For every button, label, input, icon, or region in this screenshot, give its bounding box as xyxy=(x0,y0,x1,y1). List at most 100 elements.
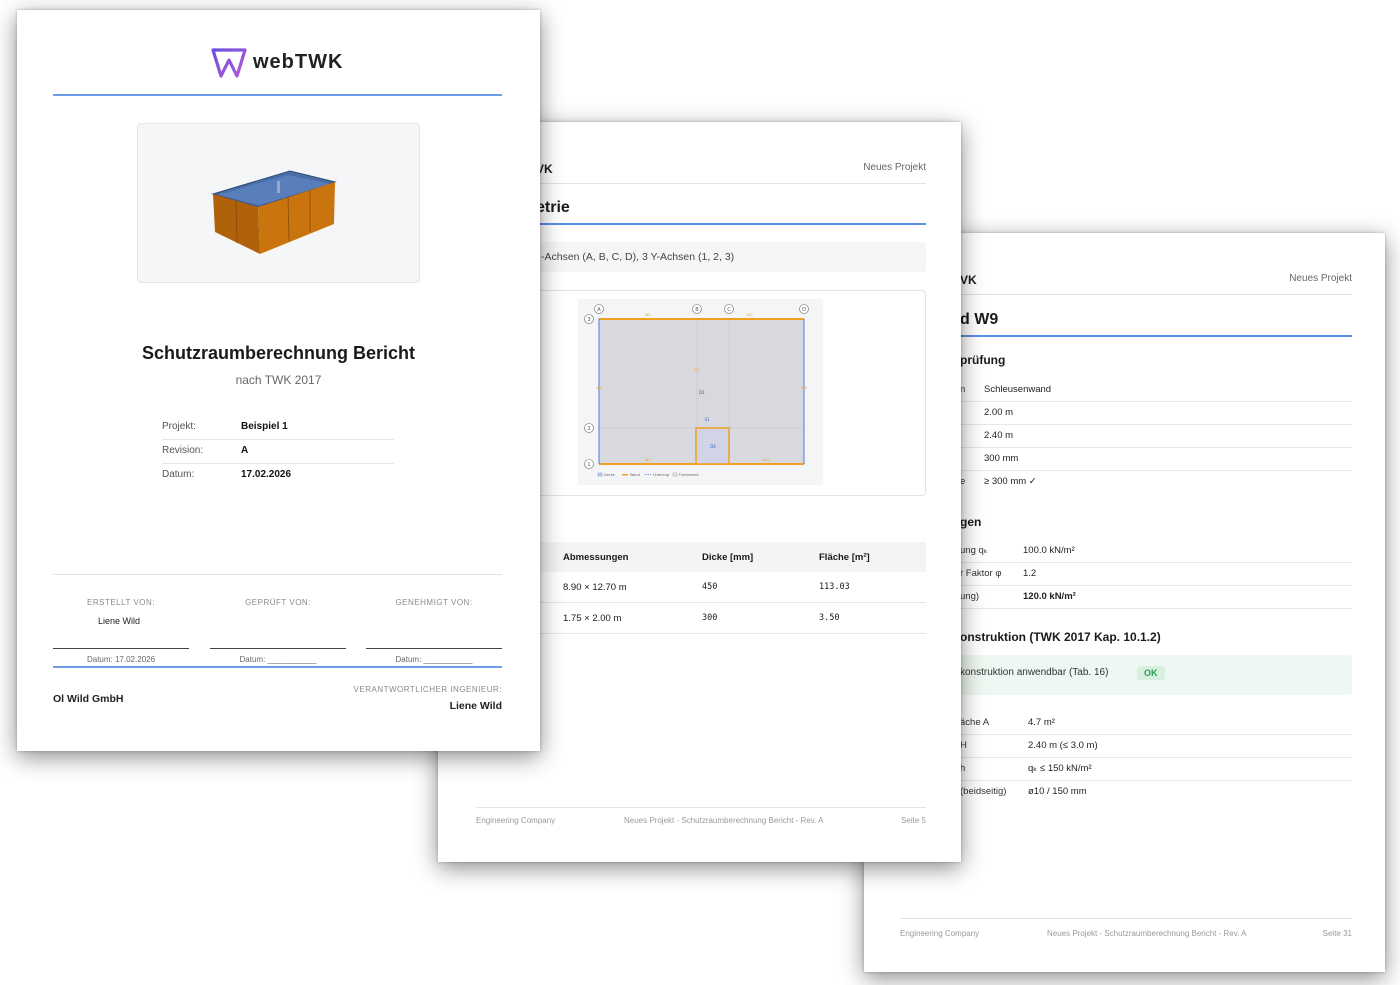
info-value: 17.02.2026 xyxy=(241,469,292,480)
shelter-3d-preview xyxy=(137,123,420,283)
signature-date-geprueft: Datum: ___________ xyxy=(239,655,317,664)
page-title: d W9 xyxy=(960,311,999,328)
svg-text:W5: W5 xyxy=(596,386,602,390)
section-heading-pruefung: prüfung xyxy=(960,353,1006,367)
info-row-datum: Datum: 17.02.2026 xyxy=(162,463,394,487)
report-title: Schutzraumberechnung Bericht xyxy=(141,343,416,363)
svg-text:C: C xyxy=(727,307,731,313)
info-row-projekt: Projekt: Beispiel 1 xyxy=(162,415,394,440)
info-label: Revision: xyxy=(162,445,204,456)
svg-text:Unterzug: Unterzug xyxy=(653,473,669,477)
page-header-project: Neues Projekt xyxy=(863,162,926,173)
row-value: 2.00 m xyxy=(984,407,1014,418)
page-title: etrie xyxy=(536,199,570,216)
cell-abmessungen: 1.75 × 2.00 m xyxy=(563,613,622,624)
svg-text:D: D xyxy=(802,307,806,313)
row-value: 120.0 kN/m² xyxy=(1023,591,1076,602)
report-subtitle: nach TWK 2017 xyxy=(235,373,322,387)
svg-text:D4: D4 xyxy=(710,444,716,449)
page-header-project: Neues Projekt xyxy=(1289,273,1352,284)
signature-line xyxy=(366,648,502,649)
footer-company: Engineering Company xyxy=(900,929,980,938)
svg-text:1: 1 xyxy=(587,462,590,468)
engineer-name: Liene Wild xyxy=(449,700,502,712)
svg-text:D1: D1 xyxy=(699,390,705,395)
cell-flaeche: 113.03 xyxy=(819,582,850,592)
row-label: (beidseitig) xyxy=(960,786,1007,797)
row-value: 2.40 m xyxy=(984,430,1014,441)
row-value: ≥ 300 mm ✓ xyxy=(984,476,1037,487)
webtwk-logo-icon xyxy=(211,48,247,78)
brand-name: webTWK xyxy=(253,51,344,73)
svg-text:W7: W7 xyxy=(694,368,700,372)
ok-status-badge: OK xyxy=(1137,666,1165,680)
row-value: qₖ ≤ 150 kN/m² xyxy=(1028,763,1092,774)
footer-divider xyxy=(476,807,926,808)
cell-dicke: 450 xyxy=(702,582,718,592)
footer-company: Engineering Company xyxy=(476,816,556,825)
row-value: 4.7 m² xyxy=(1028,717,1055,728)
row-value: 2.40 m (≤ 3.0 m) xyxy=(1028,740,1098,751)
svg-text:B: B xyxy=(695,307,699,313)
column-header-abmessungen: Abmessungen xyxy=(563,552,629,563)
row-value: 100.0 kN/m² xyxy=(1023,545,1075,556)
header-underline xyxy=(53,94,502,96)
row-label: ung qₖ xyxy=(960,545,988,556)
section-heading-konstruktion: onstruktion (TWK 2017 Kap. 10.1.2) xyxy=(960,630,1161,644)
svg-text:W3: W3 xyxy=(645,458,651,462)
company-name: Ol Wild GmbH xyxy=(53,693,124,705)
signature-line xyxy=(210,648,346,649)
axes-summary-text: -Achsen (A, B, C, D), 3 Y-Achsen (1, 2, … xyxy=(541,251,735,263)
info-label: Projekt: xyxy=(162,421,196,432)
row-value: Schleusenwand xyxy=(984,384,1052,395)
signature-date-erstellt: Datum: 17.02.2026 xyxy=(86,655,156,664)
svg-text:W2: W2 xyxy=(747,313,753,317)
svg-text:S1: S1 xyxy=(704,417,710,422)
signature-label-genehmigt: GENEHMIGT VON: xyxy=(395,598,473,607)
info-row-revision: Revision: A xyxy=(162,439,394,464)
footer-divider xyxy=(900,918,1352,919)
column-header-dicke: Dicke [mm] xyxy=(702,552,754,563)
row-label: r Faktor φ xyxy=(960,568,1002,579)
footer-page-number: Seite 31 xyxy=(1322,929,1352,938)
signature-divider xyxy=(53,574,502,575)
section-heading-lasten: gen xyxy=(960,515,982,529)
check-result-text: konstruktion anwendbar (Tab. 16) xyxy=(960,667,1109,678)
cell-dicke: 300 xyxy=(702,613,718,623)
info-value: Beispiel 1 xyxy=(241,421,288,432)
row-label: ung) xyxy=(960,591,980,602)
svg-text:3: 3 xyxy=(587,317,590,323)
svg-text:A: A xyxy=(597,307,601,313)
row-value: 300 mm xyxy=(984,453,1019,464)
signature-label-geprueft: GEPRÜFT VON: xyxy=(245,598,311,607)
row-label: äche A xyxy=(960,717,990,728)
svg-text:W1: W1 xyxy=(645,313,651,317)
cell-abmessungen: 8.90 × 12.70 m xyxy=(563,582,627,593)
page-header-brand: VK xyxy=(960,273,977,287)
column-header-flaeche: Fläche [m²] xyxy=(819,552,870,563)
svg-text:W4: W4 xyxy=(763,458,769,462)
footer-report-title: Neues Projekt - Schutzraumberechnung Ber… xyxy=(624,816,824,825)
svg-text:Fundament: Fundament xyxy=(679,473,699,477)
svg-text:Wand: Wand xyxy=(630,473,640,477)
svg-text:W6: W6 xyxy=(801,386,807,390)
footer-report-title: Neues Projekt - Schutzraumberechnung Ber… xyxy=(1047,929,1247,938)
signature-label-erstellt: ERSTELLT VON: xyxy=(87,598,155,607)
footer-underline xyxy=(53,666,502,668)
report-cover-page: webTWK Schutzraumberechnung Bericht nach… xyxy=(17,10,540,751)
engineer-label: VERANTWORTLICHER INGENIEUR: xyxy=(353,685,502,694)
row-label: H xyxy=(960,740,967,751)
signature-name-erstellt: Liene Wild xyxy=(98,616,141,626)
footer-page-number: Seite 5 xyxy=(901,816,926,825)
cell-flaeche: 3.50 xyxy=(819,613,840,623)
floor-plan-drawing: A B C D 3 2 1 W1 W2 W3 W4 W5 W6 W7 D1 S1 D4… xyxy=(578,299,823,485)
signature-line xyxy=(53,648,189,649)
row-value: ø10 / 150 mm xyxy=(1028,786,1087,797)
svg-text:2: 2 xyxy=(587,426,590,432)
info-label: Datum: xyxy=(162,469,195,480)
row-value: 1.2 xyxy=(1023,568,1037,579)
signature-date-genehmigt: Datum: ___________ xyxy=(395,655,473,664)
svg-text:Decke: Decke xyxy=(604,473,615,477)
info-value: A xyxy=(241,445,249,456)
shelter-3d-model-image xyxy=(211,170,337,254)
